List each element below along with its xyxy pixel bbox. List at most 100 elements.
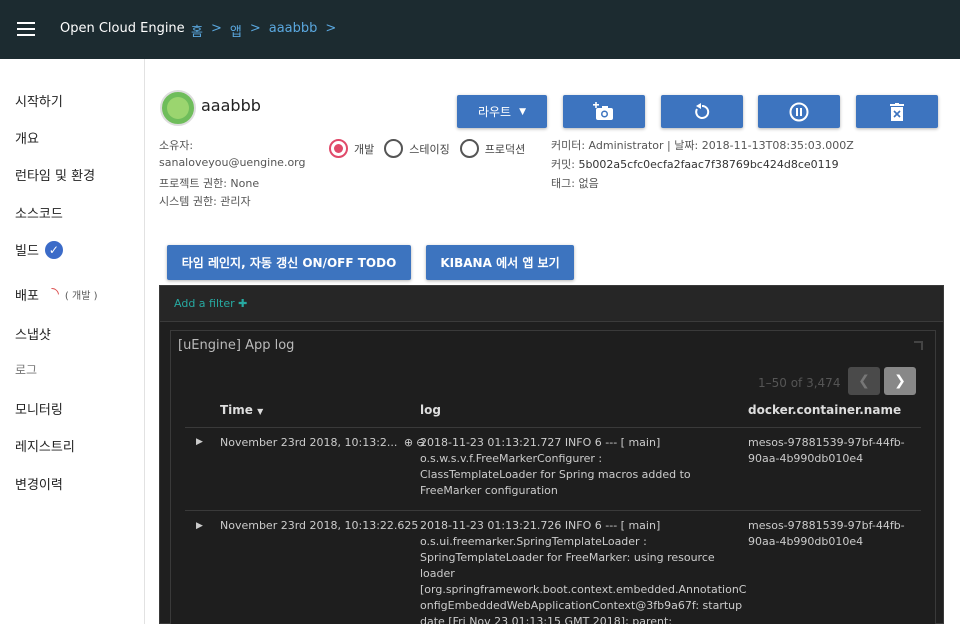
table-row-time: November 23rd 2018, 10:13:2... ⊕ ⊖ (220, 435, 425, 451)
pager-text: 1–50 of 3,474 (758, 376, 841, 390)
sidebar-item-label: 런타임 및 환경 (15, 169, 96, 184)
expand-row-icon[interactable]: ▶ (196, 521, 203, 531)
column-header-container[interactable]: docker.container.name (748, 403, 901, 417)
sidebar-item-overview[interactable]: 개요 (15, 128, 39, 147)
zoom-in-icon[interactable]: ⊕ (404, 435, 413, 451)
breadcrumb: 홈 > 앱 > aaabbb > (191, 21, 336, 40)
caret-down-icon: ▼ (519, 106, 527, 117)
panel-title: [uEngine] App log (178, 338, 295, 353)
snapshot-button[interactable] (563, 95, 645, 128)
column-header-log[interactable]: log (420, 403, 441, 417)
sidebar-item-monitoring[interactable]: 모니터링 (15, 399, 63, 418)
top-bar: Open Cloud Engine 홈 > 앱 > aaabbb > (0, 0, 960, 59)
chevron-left-icon: ❮ (858, 373, 870, 389)
deploy-env-note: ( 개발 ) (64, 291, 98, 302)
table-row-log: 2018-11-23 01:13:21.726 INFO 6 --- [ mai… (420, 518, 760, 624)
commit-id: 5b002a5cfc0ecfa2faac7f38769bc424d8ce0119 (578, 158, 839, 171)
next-page-button[interactable]: ❯ (884, 367, 916, 395)
breadcrumb-apps[interactable]: 앱 (230, 21, 242, 40)
log-line: loader (420, 567, 455, 580)
log-line: FreeMarker configuration (420, 484, 558, 497)
app-avatar (160, 90, 196, 126)
row-divider (185, 510, 921, 511)
radio-icon[interactable] (459, 139, 479, 158)
add-filter-link[interactable]: Add a filter ✚ (174, 297, 247, 310)
sidebar-item-registry[interactable]: 레지스트리 (15, 436, 75, 455)
restart-button[interactable] (661, 95, 743, 128)
kibana-view-button[interactable]: KIBANA 에서 앱 보기 (426, 245, 574, 280)
log-line: date [Fri Nov 23 01:13:15 GMT 2018]; par… (420, 615, 673, 624)
log-line: o.s.ui.freemarker.SpringTemplateLoader : (420, 535, 647, 548)
time-value: November 23rd 2018, 10:13:2... (220, 436, 398, 449)
radio-checked-icon[interactable] (329, 139, 348, 158)
kibana-embed: Add a filter ✚ [uEngine] App log 1–50 of… (159, 285, 944, 624)
env-option-staging[interactable]: 스테이징 (384, 139, 450, 158)
env-label: 프로덕션 (484, 142, 526, 156)
log-line: onfigEmbeddedWebApplicationContext@3fb9a… (420, 599, 743, 612)
sidebar-item-log[interactable]: 로그 (15, 361, 37, 378)
spinner-icon (42, 284, 62, 305)
header-divider (185, 427, 921, 428)
sidebar-item-build[interactable]: 빌드 ✓ (15, 240, 63, 259)
breadcrumb-app[interactable]: aaabbb (269, 21, 318, 40)
chevron-right-icon: ❯ (894, 373, 906, 389)
table-row-container: mesos-97881539-97bf-44fb- 90aa-4b990db01… (748, 518, 905, 550)
app-name: aaabbb (201, 96, 261, 115)
app-title[interactable]: Open Cloud Engine (60, 21, 185, 36)
sidebar-item-deploy[interactable]: 배포 ( 개발 ) (15, 284, 98, 305)
table-row-log: 2018-11-23 01:13:21.727 INFO 6 --- [ mai… (420, 435, 720, 499)
delete-button[interactable] (856, 95, 938, 128)
camera-plus-icon (593, 101, 613, 120)
env-option-production[interactable]: 프로덕션 (459, 139, 526, 158)
system-permission: 시스템 권한: 관리자 (159, 195, 251, 208)
breadcrumb-home[interactable]: 홈 (191, 21, 203, 40)
env-option-dev[interactable]: 개발 (329, 139, 374, 158)
filter-bar: Add a filter ✚ (160, 286, 943, 322)
add-filter-label: Add a filter (174, 297, 235, 310)
sidebar-item-history[interactable]: 변경이력 (15, 474, 63, 493)
log-line: [org.springframework.boot.context.embedd… (420, 583, 747, 596)
sidebar-item-source[interactable]: 소스코드 (15, 203, 63, 222)
timelapse-button[interactable]: 타임 레인지, 자동 갱신 ON/OFF TODO (167, 245, 411, 280)
log-line: ClassTemplateLoader for Spring macros ad… (420, 468, 691, 481)
route-dropdown-button[interactable]: 라우트 ▼ (457, 95, 547, 128)
expand-row-icon[interactable]: ▶ (196, 437, 203, 447)
menu-icon[interactable] (17, 22, 35, 36)
log-line: 2018-11-23 01:13:21.727 INFO 6 --- [ mai… (420, 436, 661, 449)
commit-label: 커밋: (551, 158, 575, 171)
radio-icon[interactable] (384, 139, 404, 158)
column-header-time[interactable]: Time ▼ (220, 403, 263, 417)
breadcrumb-separator: > (210, 21, 222, 36)
prev-page-button[interactable]: ❮ (848, 367, 880, 395)
log-line: o.s.w.s.v.f.FreeMarkerConfigurer : (420, 452, 603, 465)
sidebar-item-label: 개요 (15, 132, 39, 147)
sidebar-item-label: 로그 (15, 363, 38, 377)
sidebar-item-label: 변경이력 (15, 478, 63, 493)
route-label: 라우트 (477, 105, 512, 119)
commit-info: 커밋: 5b002a5cfc0ecfa2faac7f38769bc424d8ce… (551, 156, 839, 172)
pause-button[interactable] (758, 95, 840, 128)
tag-label: 태그: (551, 177, 575, 190)
container-line: 90aa-4b990db010e4 (748, 535, 864, 548)
container-line: 90aa-4b990db010e4 (748, 452, 864, 465)
sidebar-item-label: 빌드 (15, 244, 39, 259)
tag-value: 없음 (578, 177, 599, 190)
sidebar-item-start[interactable]: 시작하기 (15, 91, 63, 110)
table-row-time: November 23rd 2018, 10:13:22.625 (220, 519, 419, 532)
sidebar-item-label: 스냅샷 (15, 328, 51, 343)
owner-label: 소유자: (159, 139, 194, 152)
expand-icon[interactable] (914, 341, 923, 350)
sidebar: 시작하기 개요 런타임 및 환경 소스코드 빌드 ✓ 배포 ( 개발 ) 스냅샷… (0, 59, 145, 624)
sidebar-item-label: 소스코드 (15, 207, 63, 222)
log-line: 2018-11-23 01:13:21.726 INFO 6 --- [ mai… (420, 519, 661, 532)
breadcrumb-separator: > (249, 21, 261, 36)
sidebar-item-runtime[interactable]: 런타임 및 환경 (15, 165, 95, 184)
container-line: mesos-97881539-97bf-44fb- (748, 436, 905, 449)
sidebar-item-snapshot[interactable]: 스냅샷 (15, 324, 51, 343)
sidebar-item-label: 모니터링 (15, 403, 63, 418)
delete-icon (890, 102, 904, 121)
container-line: mesos-97881539-97bf-44fb- (748, 519, 905, 532)
check-icon: ✓ (44, 240, 63, 259)
sort-down-icon: ▼ (257, 407, 264, 416)
env-label: 스테이징 (409, 142, 450, 156)
